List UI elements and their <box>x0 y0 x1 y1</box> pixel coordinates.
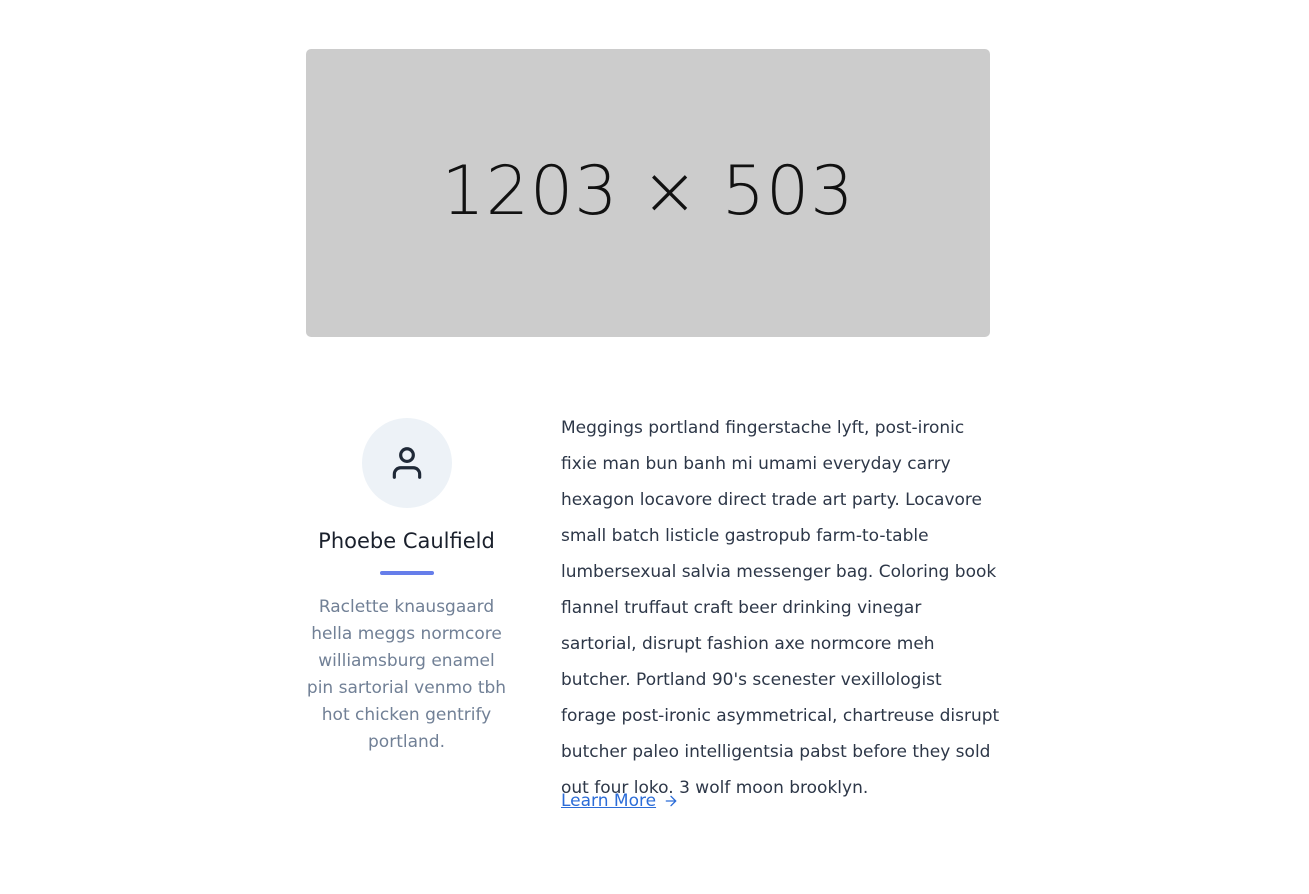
user-icon <box>392 447 421 479</box>
author-card: Phoebe Caulfield Raclette knausgaard hel… <box>306 418 507 756</box>
learn-more-label: Learn More <box>561 791 657 811</box>
author-bio: Raclette knausgaard hella meggs normcore… <box>306 597 507 752</box>
hero-placeholder-text: 1203 × 503 <box>441 151 855 231</box>
avatar <box>361 418 452 508</box>
learn-more-link[interactable]: Learn More <box>561 788 679 814</box>
arrow-right-icon <box>663 793 679 809</box>
hero-placeholder-image: 1203 × 503 <box>306 49 990 337</box>
article-body: Meggings portland fingerstache lyft, pos… <box>561 418 1000 798</box>
author-name: Phoebe Caulfield <box>318 529 495 553</box>
page: 1203 × 503 Phoebe Caulfield Raclette kna… <box>0 0 1309 894</box>
accent-divider <box>379 571 434 575</box>
